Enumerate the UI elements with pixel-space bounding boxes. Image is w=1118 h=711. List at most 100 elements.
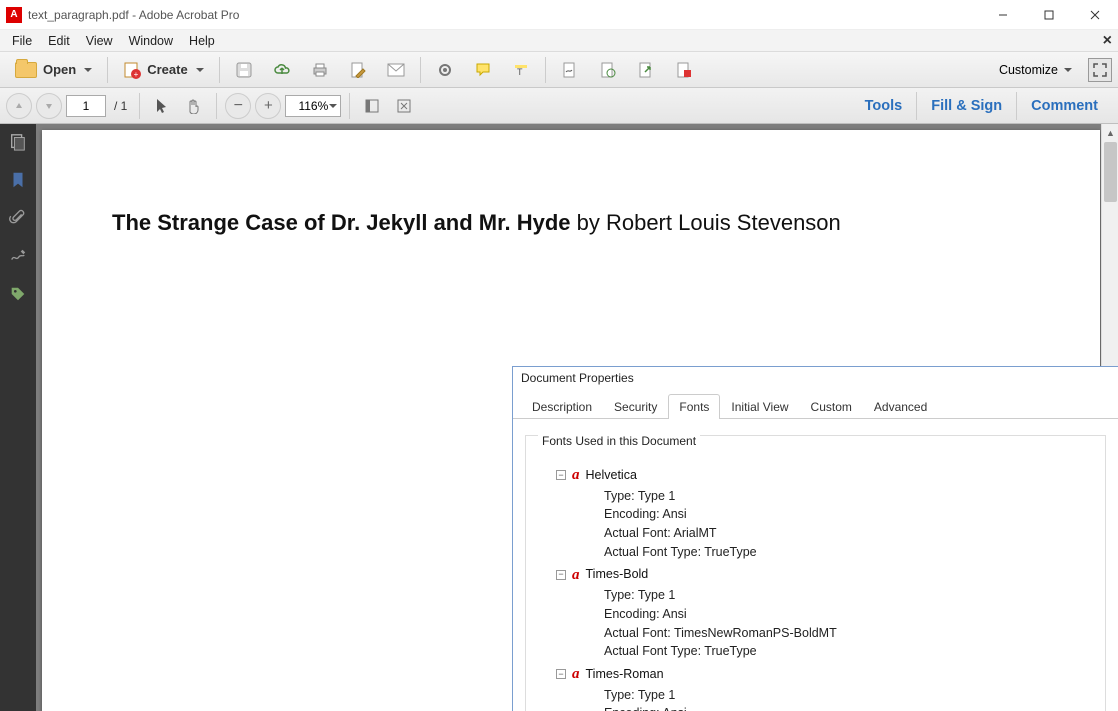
comment-panel-button[interactable]: Comment: [1016, 92, 1112, 120]
cursor-icon: [153, 97, 171, 115]
multimedia-icon: [675, 61, 693, 79]
thumbnails-icon: [9, 133, 27, 151]
highlight-button[interactable]: T: [503, 56, 539, 84]
fullscreen-button[interactable]: [1088, 58, 1112, 82]
multimedia-button[interactable]: [666, 56, 702, 84]
font-detail-line: Encoding: Ansi: [604, 505, 1099, 524]
edit-doc-button[interactable]: [340, 56, 376, 84]
page-total: / 1: [110, 99, 131, 113]
fill-sign-panel-button[interactable]: Fill & Sign: [916, 92, 1016, 120]
export-button[interactable]: [628, 56, 664, 84]
left-sidebar: [0, 124, 36, 711]
minimize-icon: [998, 10, 1008, 20]
open-button[interactable]: Open: [6, 56, 101, 84]
bookmark-icon: [9, 171, 27, 189]
select-tool-button[interactable]: [148, 92, 176, 120]
open-label: Open: [43, 62, 76, 77]
menu-window[interactable]: Window: [121, 32, 181, 50]
font-head: −aTimes-Bold: [556, 564, 1099, 587]
close-button[interactable]: [1072, 0, 1118, 29]
font-detail-line: Type: Type 1: [604, 686, 1099, 705]
save-icon: [235, 61, 253, 79]
tools-panel-button[interactable]: Tools: [851, 92, 917, 120]
doc-title-rest: by Robert Louis Stevenson: [571, 210, 841, 235]
tags-tab[interactable]: [8, 284, 28, 304]
sign-button[interactable]: [552, 56, 588, 84]
font-detail-line: Type: Type 1: [604, 586, 1099, 605]
font-details: Type: Type 1Encoding: AnsiActual Font: T…: [556, 686, 1099, 711]
scroll-up-button[interactable]: ▲: [1102, 124, 1118, 141]
tab-initial-view[interactable]: Initial View: [720, 394, 799, 419]
page-up-button[interactable]: [6, 93, 32, 119]
menu-edit[interactable]: Edit: [40, 32, 78, 50]
print-button[interactable]: [302, 56, 338, 84]
folder-icon: [15, 62, 37, 78]
highlight-icon: T: [512, 61, 530, 79]
svg-text:T: T: [517, 67, 523, 77]
customize-label: Customize: [999, 63, 1058, 77]
customize-button[interactable]: Customize: [991, 63, 1080, 77]
thumbnails-tab[interactable]: [8, 132, 28, 152]
caret-icon: [196, 68, 204, 72]
minus-icon: −: [234, 98, 243, 114]
tree-collapse-button[interactable]: −: [556, 570, 566, 580]
dialog-tabs: Description Security Fonts Initial View …: [513, 389, 1118, 419]
bookmarks-tab[interactable]: [8, 170, 28, 190]
tree-collapse-button[interactable]: −: [556, 470, 566, 480]
primary-toolbar: Open + Create T Customize: [0, 52, 1118, 88]
font-name: Helvetica: [586, 466, 637, 485]
arrow-up-icon: [14, 101, 24, 111]
font-detail-line: Actual Font Type: TrueType: [604, 642, 1099, 661]
stamp-icon: [599, 61, 617, 79]
page-number-input[interactable]: [66, 95, 106, 117]
tree-collapse-button[interactable]: −: [556, 669, 566, 679]
tab-custom[interactable]: Custom: [800, 394, 863, 419]
document-heading: The Strange Case of Dr. Jekyll and Mr. H…: [112, 210, 1030, 236]
create-label: Create: [147, 62, 187, 77]
print-icon: [311, 61, 329, 79]
export-icon: [637, 61, 655, 79]
fieldset-label: Fonts Used in this Document: [538, 434, 700, 448]
svg-text:+: +: [134, 70, 139, 79]
reading-mode-button[interactable]: [358, 92, 386, 120]
font-node: −aTimes-BoldType: Type 1Encoding: AnsiAc…: [556, 564, 1099, 662]
attachments-tab[interactable]: [8, 208, 28, 228]
font-head: −aHelvetica: [556, 464, 1099, 487]
hand-tool-button[interactable]: [180, 92, 208, 120]
menu-view[interactable]: View: [78, 32, 121, 50]
sign-icon: [561, 61, 579, 79]
email-button[interactable]: [378, 56, 414, 84]
close-document-button[interactable]: ×: [1103, 32, 1112, 50]
zoom-out-button[interactable]: −: [225, 93, 251, 119]
caret-icon: [1064, 68, 1072, 72]
page-down-button[interactable]: [36, 93, 62, 119]
cloud-button[interactable]: [264, 56, 300, 84]
create-icon: +: [123, 61, 141, 79]
close-icon: [1090, 10, 1100, 20]
maximize-button[interactable]: [1026, 0, 1072, 29]
font-details: Type: Type 1Encoding: AnsiActual Font: T…: [556, 586, 1099, 661]
tab-fonts[interactable]: Fonts: [668, 394, 720, 419]
stamp-button[interactable]: [590, 56, 626, 84]
font-icon: a: [570, 564, 582, 587]
font-details: Type: Type 1Encoding: AnsiActual Font: A…: [556, 487, 1099, 562]
gear-button[interactable]: [427, 56, 463, 84]
comment-icon: [474, 61, 492, 79]
menu-file[interactable]: File: [4, 32, 40, 50]
comment-bubble-button[interactable]: [465, 56, 501, 84]
save-button[interactable]: [226, 56, 262, 84]
maximize-icon: [1044, 10, 1054, 20]
fit-page-button[interactable]: [390, 92, 418, 120]
scroll-thumb[interactable]: [1104, 142, 1117, 202]
tab-description[interactable]: Description: [521, 394, 603, 419]
reading-icon: [363, 97, 381, 115]
zoom-level-combo[interactable]: 116%: [285, 95, 341, 117]
minimize-button[interactable]: [980, 0, 1026, 29]
tab-security[interactable]: Security: [603, 394, 668, 419]
menu-help[interactable]: Help: [181, 32, 223, 50]
dialog-title: Document Properties: [513, 367, 1118, 389]
tab-advanced[interactable]: Advanced: [863, 394, 938, 419]
create-button[interactable]: + Create: [114, 56, 212, 84]
signatures-tab[interactable]: [8, 246, 28, 266]
zoom-in-button[interactable]: +: [255, 93, 281, 119]
